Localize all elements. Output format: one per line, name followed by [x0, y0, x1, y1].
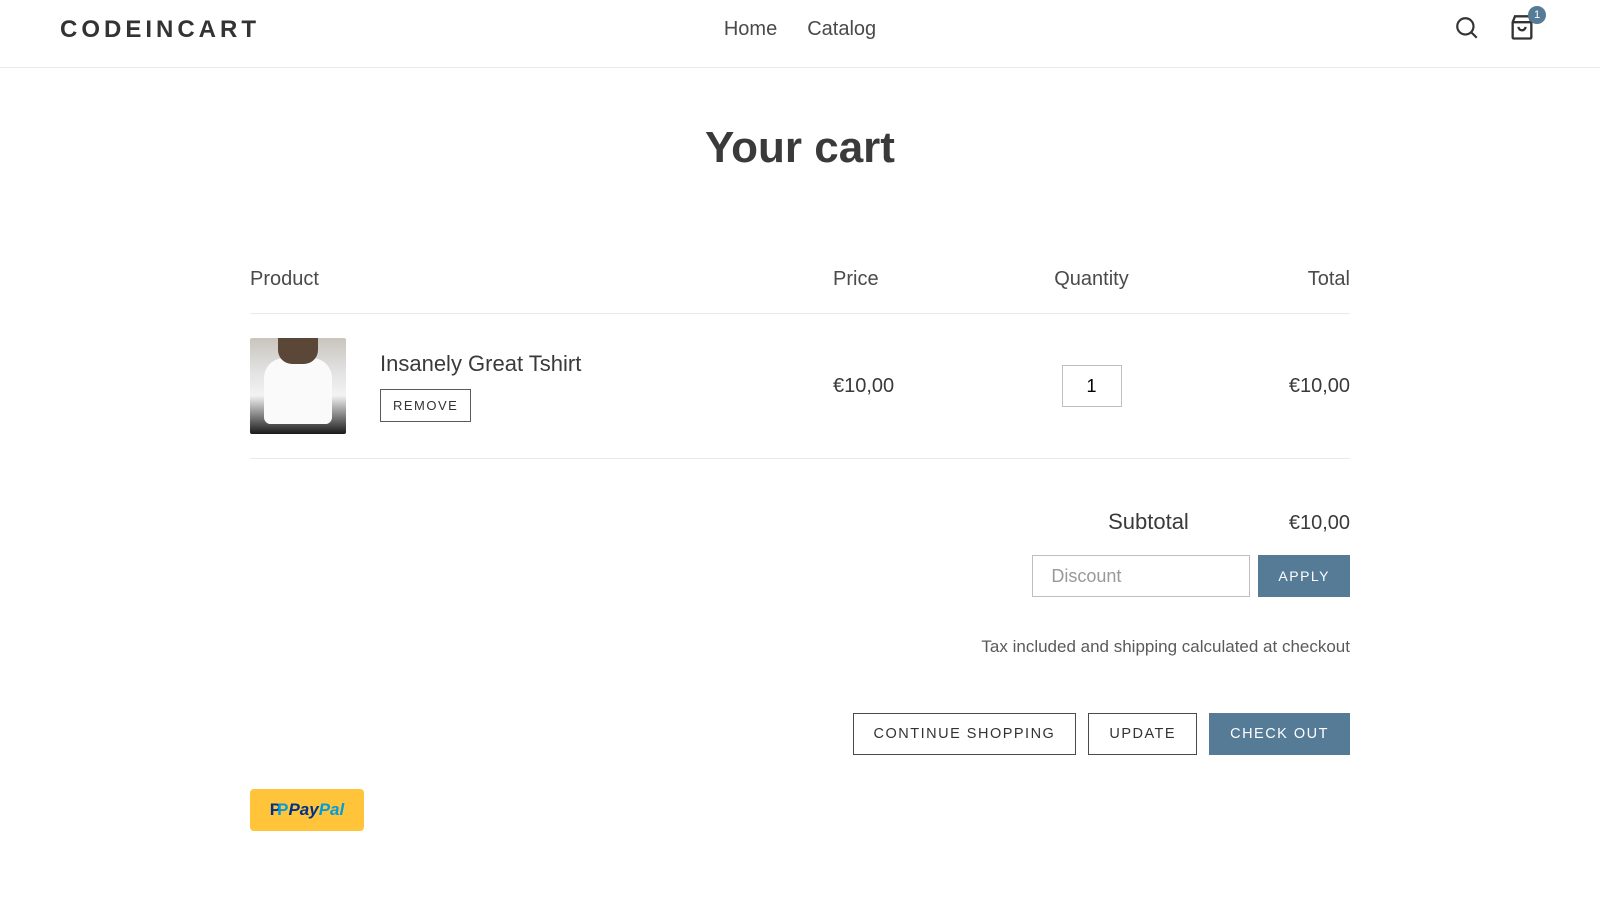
- discount-input[interactable]: [1032, 555, 1250, 597]
- checkout-button[interactable]: CHECK OUT: [1209, 713, 1350, 755]
- page-title: Your cart: [250, 123, 1350, 173]
- site-logo[interactable]: CODEINCART: [60, 16, 260, 44]
- product-name[interactable]: Insanely Great Tshirt: [380, 351, 581, 377]
- header-actions: 1: [1450, 10, 1540, 49]
- primary-nav: Home Catalog: [724, 18, 876, 41]
- col-header-price: Price: [833, 268, 998, 314]
- nav-catalog[interactable]: Catalog: [807, 18, 876, 41]
- col-header-quantity: Quantity: [998, 268, 1185, 314]
- cart-summary: Subtotal €10,00 APPLY Tax included and s…: [250, 509, 1350, 755]
- cart-count-badge: 1: [1528, 6, 1546, 24]
- line-price: €10,00: [833, 314, 998, 459]
- cart-table: Product Price Quantity Total Insanely Gr…: [250, 268, 1350, 459]
- nav-home[interactable]: Home: [724, 18, 777, 41]
- product-thumbnail[interactable]: [250, 338, 346, 434]
- col-header-product: Product: [250, 268, 833, 314]
- paypal-logo-icon: PPPayPal: [270, 800, 344, 820]
- site-header: CODEINCART Home Catalog 1: [0, 0, 1600, 68]
- cart-button[interactable]: 1: [1504, 10, 1540, 49]
- apply-discount-button[interactable]: APPLY: [1258, 555, 1350, 597]
- search-icon: [1454, 15, 1480, 41]
- subtotal-label: Subtotal: [1108, 509, 1189, 535]
- cart-page: Your cart Product Price Quantity Total: [250, 123, 1350, 891]
- cart-row: Insanely Great Tshirt REMOVE €10,00 €10,…: [250, 314, 1350, 459]
- quantity-input[interactable]: [1062, 365, 1122, 407]
- continue-shopping-button[interactable]: CONTINUE SHOPPING: [853, 713, 1077, 755]
- search-button[interactable]: [1450, 11, 1484, 48]
- line-total: €10,00: [1185, 314, 1350, 459]
- update-cart-button[interactable]: UPDATE: [1088, 713, 1197, 755]
- tax-shipping-note: Tax included and shipping calculated at …: [981, 637, 1350, 657]
- remove-button[interactable]: REMOVE: [380, 389, 471, 422]
- paypal-button[interactable]: PPPayPal: [250, 789, 364, 831]
- subtotal-value: €10,00: [1289, 512, 1350, 535]
- col-header-total: Total: [1185, 268, 1350, 314]
